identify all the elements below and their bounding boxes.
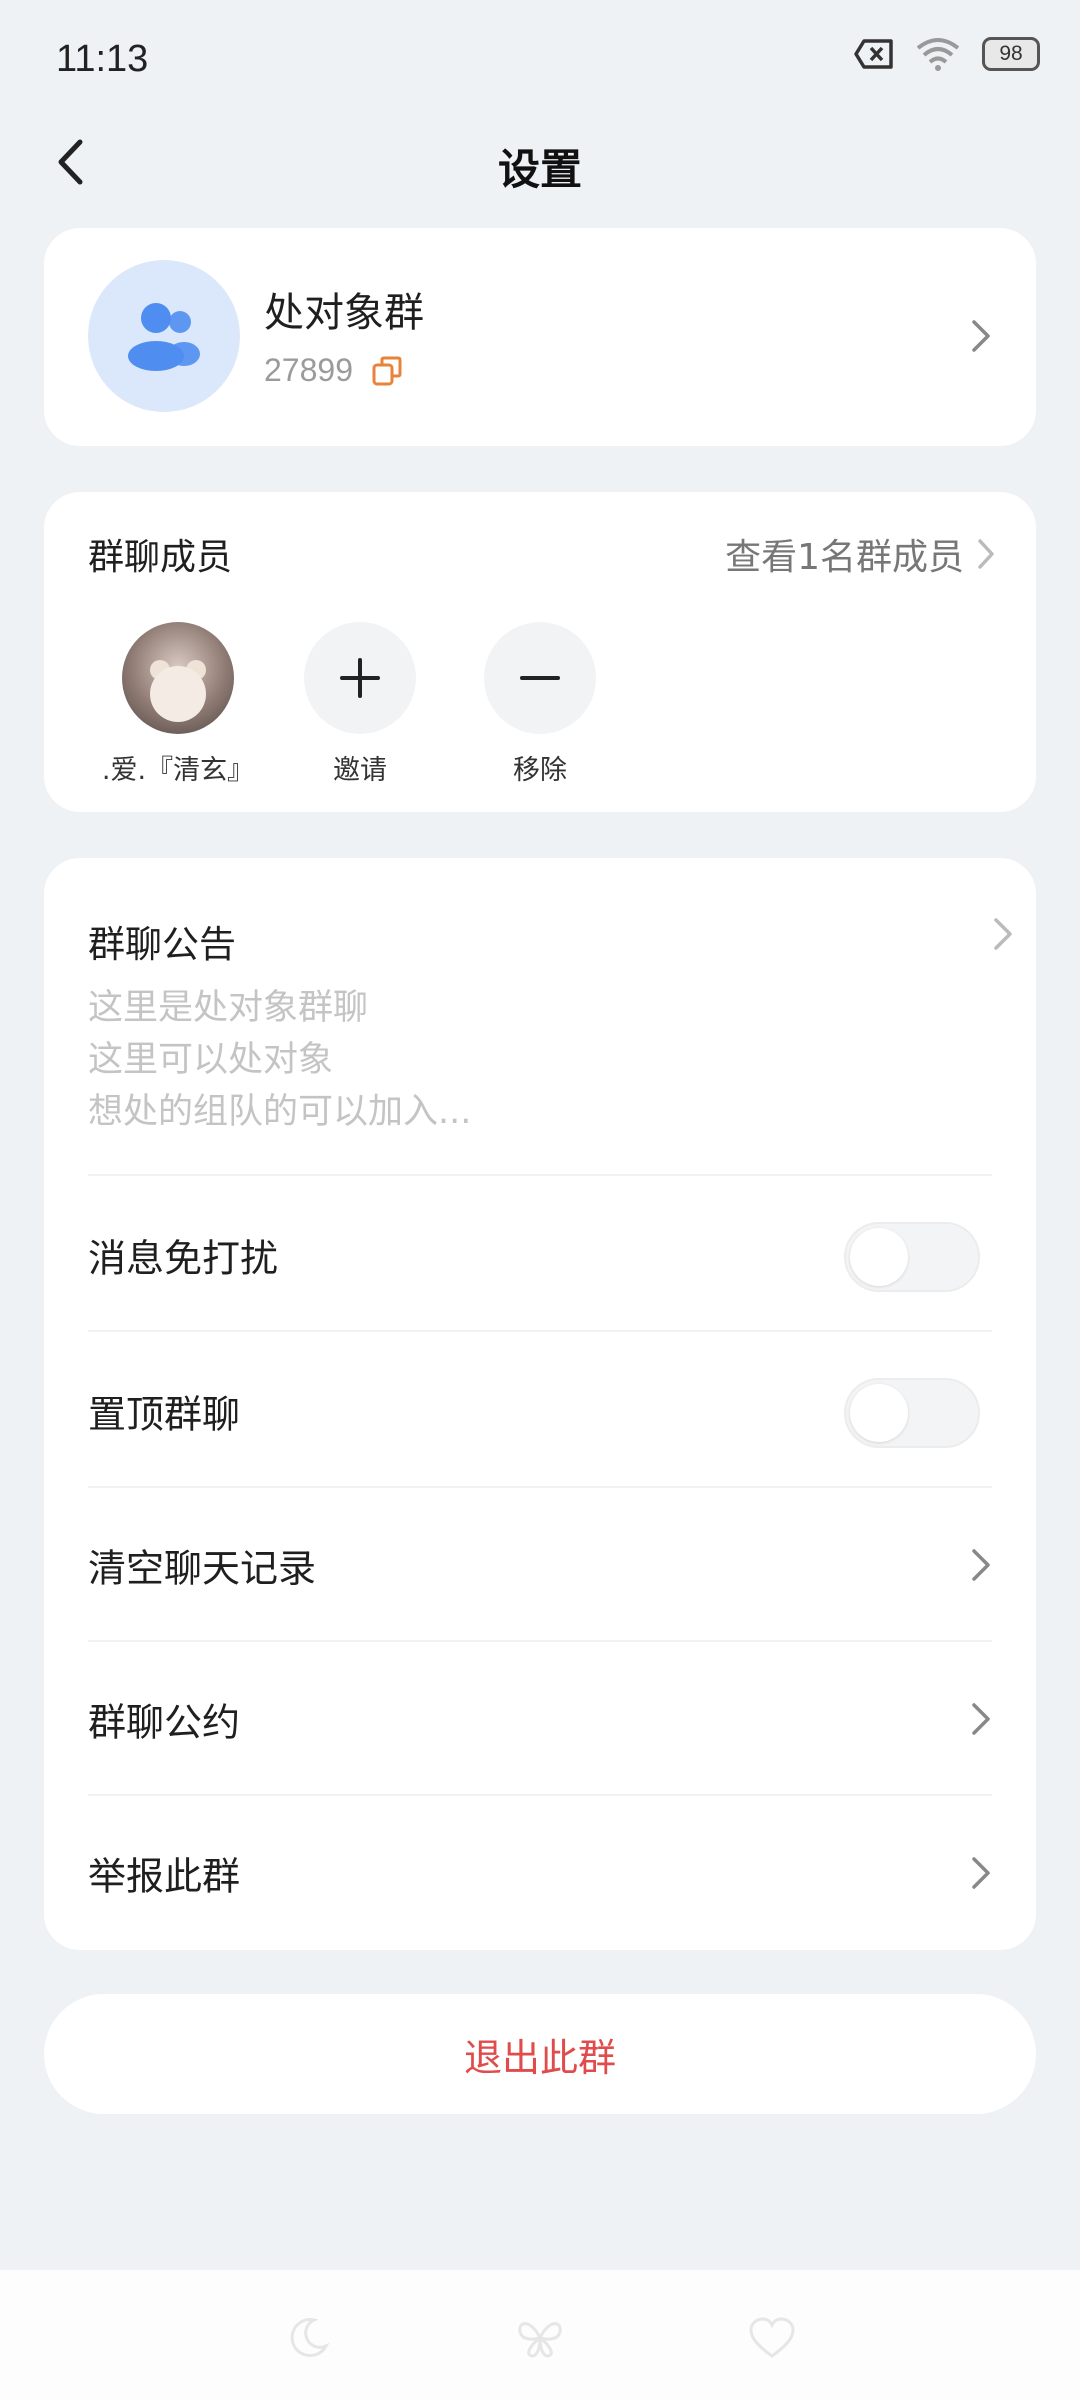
invite-label: 邀请	[333, 755, 387, 786]
announcement-title: 群聊公告	[88, 923, 236, 966]
members-title: 群聊成员	[88, 537, 233, 578]
exit-group-button[interactable]: 退出此群	[44, 1994, 1036, 2114]
settings-card: 群聊公告 这里是处对象群聊 这里可以处对象 想处的组队的可以加入... 消息免打…	[44, 858, 1036, 1950]
announcement-line: 想处的组队的可以加入...	[88, 1092, 472, 1132]
view-members-link[interactable]: 查看1名群成员	[725, 528, 996, 580]
members-card: 群聊成员 查看1名群成员 .爱.『清玄』 邀请 移除	[44, 492, 1036, 812]
clear-history-label: 清空聊天记录	[88, 1546, 317, 1591]
member-avatar	[122, 622, 234, 734]
member-name: .爱.『清玄』	[101, 755, 255, 786]
rules-label: 群聊公约	[88, 1700, 241, 1745]
report-row[interactable]: 举报此群	[44, 1796, 1036, 1950]
wifi-icon	[916, 36, 960, 72]
moon-icon[interactable]	[280, 2310, 336, 2366]
group-avatar	[88, 260, 240, 412]
heart-icon[interactable]	[744, 2310, 800, 2366]
pin-row: 置顶群聊	[44, 1334, 1036, 1488]
copy-icon[interactable]	[371, 355, 403, 387]
chevron-right-icon	[966, 1853, 996, 1893]
invite-button[interactable]: 邀请	[290, 622, 430, 787]
chevron-right-icon	[966, 1699, 996, 1739]
butterfly-icon[interactable]	[512, 2310, 568, 2366]
pin-label: 置顶群聊	[88, 1392, 241, 1437]
group-id: 27899	[264, 352, 353, 388]
clear-history-row[interactable]: 清空聊天记录	[44, 1488, 1036, 1642]
status-time: 11:13	[56, 38, 149, 80]
divider	[88, 1330, 992, 1332]
group-people-icon	[128, 303, 200, 371]
chevron-right-icon	[966, 1545, 996, 1585]
status-icons: 98	[854, 36, 1040, 72]
view-members-label: 查看1名群成员	[725, 537, 964, 578]
rules-row[interactable]: 群聊公约	[44, 1642, 1036, 1796]
announcement-line: 这里可以处对象	[88, 1040, 334, 1080]
mute-label: 消息免打扰	[88, 1236, 279, 1281]
chevron-right-icon	[978, 539, 994, 569]
pin-toggle[interactable]	[844, 1378, 980, 1448]
header: 设置	[0, 120, 1080, 204]
mute-row: 消息免打扰	[44, 1178, 1036, 1332]
page-title: 设置	[497, 145, 582, 194]
plus-icon	[304, 622, 416, 734]
no-sim-icon	[854, 38, 894, 70]
battery-indicator: 98	[982, 37, 1040, 71]
chevron-right-icon	[988, 914, 1018, 954]
remove-button[interactable]: 移除	[470, 622, 610, 787]
chevron-right-icon	[966, 316, 996, 356]
divider	[88, 1174, 992, 1176]
bottom-bar	[0, 2270, 1080, 2400]
minus-icon	[484, 622, 596, 734]
announcement-item[interactable]: 群聊公告 这里是处对象群聊 这里可以处对象 想处的组队的可以加入...	[88, 914, 1012, 1134]
remove-label: 移除	[513, 755, 567, 786]
mute-toggle[interactable]	[844, 1222, 980, 1292]
status-bar: 11:13 98	[0, 0, 1080, 120]
toggle-knob	[850, 1228, 908, 1286]
announcement-line: 这里是处对象群聊	[88, 988, 369, 1028]
group-name: 处对象群	[264, 290, 424, 336]
member-item[interactable]: .爱.『清玄』	[102, 622, 254, 787]
group-id-row: 27899	[264, 352, 403, 389]
report-label: 举报此群	[88, 1854, 241, 1899]
toggle-knob	[850, 1384, 908, 1442]
group-info-card[interactable]: 处对象群 27899	[44, 228, 1036, 446]
